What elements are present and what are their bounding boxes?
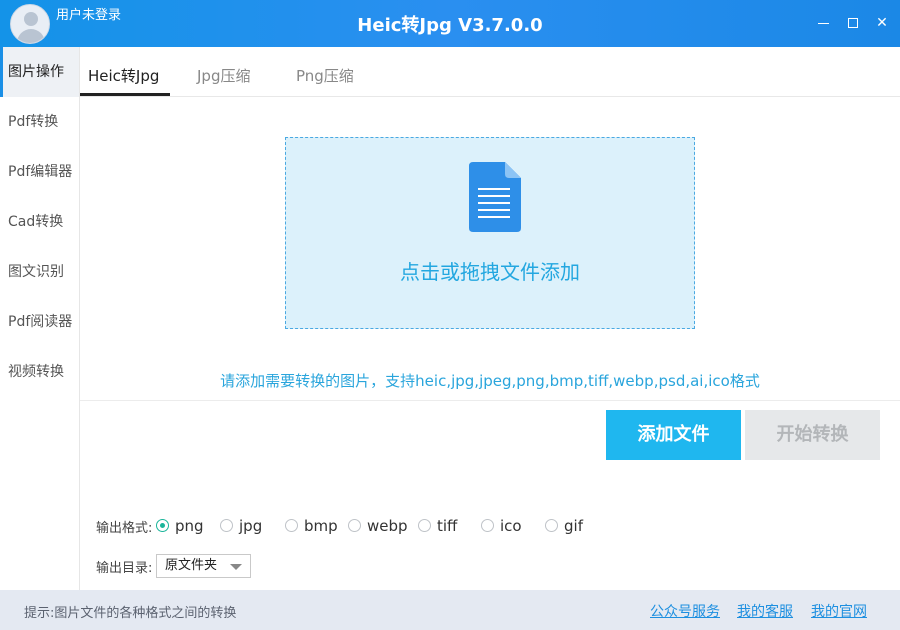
sidebar: 图片操作 Pdf转换 Pdf编辑器 Cad转换 图文识别 Pdf阅读器 视频转换 <box>0 47 80 590</box>
app-title: Heic转Jpg V3.7.0.0 <box>357 15 543 36</box>
minimize-icon <box>818 23 829 24</box>
radio-unchecked-icon <box>348 519 361 532</box>
document-icon <box>469 162 521 232</box>
radio-unchecked-icon <box>481 519 494 532</box>
sidebar-item-pdf-convert[interactable]: Pdf转换 <box>0 97 79 147</box>
maximize-icon <box>848 18 858 28</box>
close-button[interactable]: ✕ <box>871 12 893 34</box>
title-bar: 用户未登录 Heic转Jpg V3.7.0.0 ✕ <box>0 0 900 47</box>
add-file-button[interactable]: 添加文件 <box>606 410 741 460</box>
start-convert-button[interactable]: 开始转换 <box>745 410 880 460</box>
link-customer-service[interactable]: 我的客服 <box>737 601 793 621</box>
format-option-label: gif <box>564 517 583 535</box>
chevron-down-icon <box>230 564 242 570</box>
format-option-label: jpg <box>239 517 263 535</box>
output-format-label: 输出格式: <box>96 521 153 536</box>
link-official-site[interactable]: 我的官网 <box>811 601 867 621</box>
status-footer: 提示:图片文件的各种格式之间的转换 公众号服务 我的客服 我的官网 <box>0 590 900 630</box>
maximize-button[interactable] <box>842 12 864 34</box>
radio-unchecked-icon <box>220 519 233 532</box>
output-dir-label: 输出目录: <box>96 561 153 576</box>
sidebar-item-video-convert[interactable]: 视频转换 <box>0 347 79 397</box>
sidebar-item-pdf-reader[interactable]: Pdf阅读器 <box>0 297 79 347</box>
radio-unchecked-icon <box>545 519 558 532</box>
format-option-label: bmp <box>304 517 338 535</box>
sidebar-item-image-ops[interactable]: 图片操作 <box>0 47 79 97</box>
format-option-label: tiff <box>437 517 458 535</box>
footer-hint: 提示:图片文件的各种格式之间的转换 <box>24 606 237 621</box>
output-dir-value: 原文件夹 <box>165 558 218 573</box>
tab-png-compress[interactable]: Png压缩 <box>296 65 354 86</box>
sidebar-item-ocr[interactable]: 图文识别 <box>0 247 79 297</box>
sidebar-item-cad-convert[interactable]: Cad转换 <box>0 197 79 247</box>
radio-unchecked-icon <box>418 519 431 532</box>
radio-unchecked-icon <box>285 519 298 532</box>
format-option-label: webp <box>367 517 408 535</box>
radio-checked-icon <box>156 519 169 532</box>
active-tab-indicator <box>80 93 170 96</box>
format-option-label: ico <box>500 517 522 535</box>
tab-bar: Heic转Jpg Jpg压缩 Png压缩 <box>80 47 900 97</box>
drop-zone-text: 点击或拖拽文件添加 <box>400 260 580 284</box>
tab-heic-to-jpg[interactable]: Heic转Jpg <box>88 65 159 86</box>
minimize-button[interactable] <box>812 12 834 34</box>
supported-formats-hint: 请添加需要转换的图片，支持heic,jpg,jpeg,png,bmp,tiff,… <box>220 372 760 390</box>
divider <box>80 400 900 401</box>
tab-jpg-compress[interactable]: Jpg压缩 <box>197 65 250 86</box>
file-drop-zone[interactable]: 点击或拖拽文件添加 <box>285 137 695 329</box>
link-official-account[interactable]: 公众号服务 <box>650 601 720 621</box>
close-icon: ✕ <box>876 15 888 31</box>
format-option-label: png <box>175 517 204 535</box>
sidebar-item-pdf-editor[interactable]: Pdf编辑器 <box>0 147 79 197</box>
output-dir-select[interactable]: 原文件夹 <box>156 554 251 578</box>
